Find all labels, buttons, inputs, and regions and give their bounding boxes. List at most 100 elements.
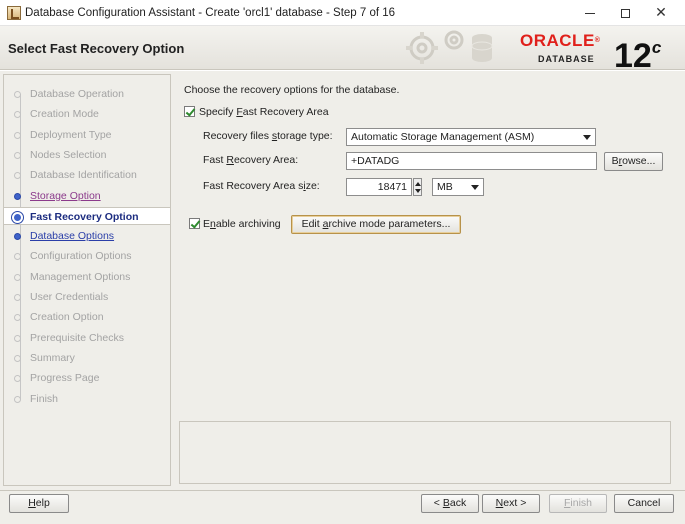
step-label: Storage Option bbox=[30, 189, 101, 202]
storage-type-label: Recovery files storage type: bbox=[203, 130, 333, 142]
content-panel: Choose the recovery options for the data… bbox=[178, 74, 678, 486]
fra-size-label: Fast Recovery Area size: bbox=[203, 180, 320, 192]
step-fast-recovery-option: Fast Recovery Option bbox=[4, 206, 170, 225]
chevron-down-icon bbox=[583, 135, 591, 140]
step-management-options: Management Options bbox=[4, 268, 170, 286]
step-deployment-type: Deployment Type bbox=[4, 126, 170, 144]
fra-size-stepper[interactable] bbox=[413, 178, 422, 196]
step-label: Creation Mode bbox=[30, 108, 99, 121]
step-status-icon bbox=[14, 334, 21, 342]
help-button[interactable]: Help bbox=[9, 494, 69, 513]
cancel-button[interactable]: Cancel bbox=[614, 494, 674, 513]
step-status-icon bbox=[14, 253, 21, 261]
close-button[interactable]: ✕ bbox=[643, 0, 679, 26]
step-finish: Finish bbox=[4, 390, 170, 408]
step-label: Management Options bbox=[30, 270, 131, 283]
version-number: 12 bbox=[614, 37, 652, 70]
page-title: Select Fast Recovery Option bbox=[8, 41, 185, 56]
step-database-operation: Database Operation bbox=[4, 85, 170, 103]
maximize-button[interactable] bbox=[607, 0, 643, 26]
close-icon: ✕ bbox=[655, 5, 667, 21]
step-status-icon bbox=[14, 273, 21, 281]
step-status-icon bbox=[14, 151, 21, 159]
specify-fra-checkbox[interactable] bbox=[184, 106, 195, 117]
fra-location-input[interactable]: +DATADG bbox=[346, 152, 597, 170]
step-label: Nodes Selection bbox=[30, 148, 107, 161]
next-text: Next > bbox=[495, 497, 527, 509]
steps-panel: Database Operation Creation Mode Deploymen… bbox=[3, 74, 171, 486]
step-label: Database Operation bbox=[30, 88, 124, 100]
oracle-logo-brand: ORACLE bbox=[520, 31, 595, 50]
edit-archive-text: Edit archive mode parameters... bbox=[301, 218, 451, 230]
edit-archive-mode-button[interactable]: Edit archive mode parameters... bbox=[291, 215, 461, 234]
step-label: Finish bbox=[30, 392, 59, 405]
step-label: Progress Page bbox=[30, 372, 100, 385]
gears-decoration-icon bbox=[406, 30, 493, 64]
oracle-logo-product: DATABASE bbox=[538, 54, 595, 64]
step-label: User Credentials bbox=[30, 291, 109, 303]
version-suffix: c bbox=[651, 38, 662, 57]
browse-text: Browse... bbox=[611, 155, 656, 167]
step-database-options[interactable]: Database Options bbox=[4, 227, 170, 245]
window-title: Database Configuration Assistant - Creat… bbox=[25, 7, 396, 19]
enable-archiving-checkbox[interactable] bbox=[189, 218, 200, 229]
enable-archiving-label: Enable archiving bbox=[203, 218, 281, 230]
oracle-logo: ORACLE® DATABASE bbox=[520, 31, 612, 65]
step-progress-page: Progress Page bbox=[4, 369, 170, 387]
step-status-icon bbox=[14, 354, 21, 362]
step-label: Fast Recovery Option bbox=[30, 210, 139, 223]
app-icon bbox=[7, 6, 21, 20]
step-creation-mode: Creation Mode bbox=[4, 105, 170, 123]
minimize-icon bbox=[585, 12, 595, 14]
specify-fra-label: Specify Fast Recovery Area bbox=[199, 106, 329, 118]
step-status-icon bbox=[14, 294, 21, 301]
storage-type-value: Automatic Storage Management (ASM) bbox=[351, 131, 535, 143]
step-status-icon bbox=[14, 192, 21, 200]
page-header: Select Fast Recovery Option ORACLE® DATA… bbox=[0, 26, 685, 70]
step-status-icon bbox=[14, 111, 21, 119]
step-database-identification: Database Identification bbox=[4, 166, 170, 184]
finish-text: Finish bbox=[563, 497, 593, 509]
next-button[interactable]: Next > bbox=[482, 494, 540, 513]
footer-bar: Help < Back Next > Finish Cancel bbox=[0, 490, 685, 524]
step-prerequisite-checks: Prerequisite Checks bbox=[4, 329, 170, 347]
step-status-icon bbox=[14, 233, 21, 241]
specify-fra-text: Specify Fast Recovery Area bbox=[199, 106, 329, 118]
finish-button[interactable]: Finish bbox=[549, 494, 607, 513]
stepper-down-icon bbox=[415, 189, 421, 193]
stepper-up-icon bbox=[415, 182, 421, 186]
fra-size-unit-value: MB bbox=[437, 181, 453, 193]
fra-size-input[interactable]: 18471 bbox=[346, 178, 412, 196]
chevron-down-icon bbox=[471, 185, 479, 190]
intro-text: Choose the recovery options for the data… bbox=[184, 84, 400, 96]
maximize-icon bbox=[620, 8, 630, 18]
step-label: Deployment Type bbox=[30, 128, 112, 141]
browse-button[interactable]: Browse... bbox=[604, 152, 663, 171]
step-status-icon bbox=[14, 395, 21, 403]
fra-size-text: Fast Recovery Area size: bbox=[203, 180, 320, 192]
main-area: Database Operation Creation Mode Deploymen… bbox=[0, 71, 685, 490]
back-button[interactable]: < Back bbox=[421, 494, 479, 513]
enable-archiving-text: Enable archiving bbox=[203, 218, 281, 230]
message-panel bbox=[179, 421, 671, 484]
step-user-credentials: User Credentials bbox=[4, 288, 170, 306]
step-label: Database Options bbox=[30, 230, 115, 243]
step-storage-option[interactable]: Storage Option bbox=[4, 187, 170, 205]
step-label: Configuration Options bbox=[30, 250, 132, 263]
step-label: Creation Option bbox=[30, 311, 104, 324]
step-status-icon bbox=[14, 375, 21, 383]
window-titlebar: Database Configuration Assistant - Creat… bbox=[0, 0, 685, 26]
storage-type-select[interactable]: Automatic Storage Management (ASM) bbox=[346, 128, 596, 146]
back-text: < Back bbox=[433, 497, 467, 509]
step-status-icon bbox=[14, 314, 21, 322]
version-badge: 12c bbox=[614, 28, 662, 70]
step-status-icon bbox=[14, 131, 21, 139]
fra-text: Fast Recovery Area: bbox=[203, 154, 299, 166]
storage-type-text: Recovery files storage type: bbox=[203, 130, 333, 142]
minimize-button[interactable] bbox=[572, 0, 608, 26]
fra-size-unit-select[interactable]: MB bbox=[432, 178, 484, 196]
step-configuration-options: Configuration Options bbox=[4, 247, 170, 265]
step-label: Prerequisite Checks bbox=[30, 331, 124, 344]
step-creation-option: Creation Option bbox=[4, 308, 170, 326]
step-summary: Summary bbox=[4, 349, 170, 367]
